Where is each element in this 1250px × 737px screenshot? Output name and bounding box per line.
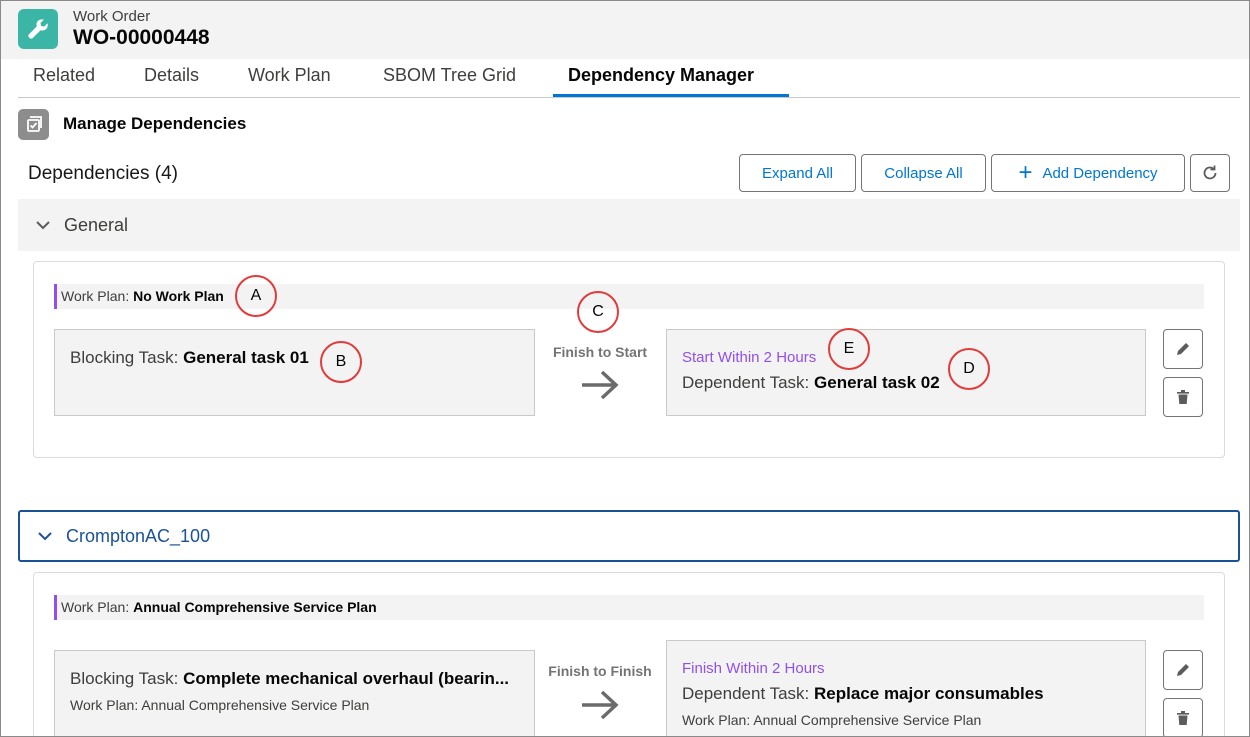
section-label: CromptonAC_100 bbox=[66, 525, 211, 546]
dependent-task-prefix: Dependent Task: bbox=[682, 373, 810, 392]
tab-work-plan[interactable]: Work Plan bbox=[233, 64, 346, 97]
record-name: WO-00000448 bbox=[73, 26, 210, 49]
delete-button[interactable] bbox=[1163, 698, 1203, 736]
expand-all-button[interactable]: Expand All bbox=[739, 154, 856, 192]
tab-related[interactable]: Related bbox=[18, 64, 110, 97]
annotation-marker-d: D bbox=[948, 348, 990, 390]
blocking-task-name: General task 01 bbox=[183, 348, 309, 367]
dependent-task-line: Dependent Task: General task 02 bbox=[682, 373, 940, 393]
dependent-task-name: General task 02 bbox=[814, 373, 940, 392]
refresh-button[interactable] bbox=[1190, 154, 1230, 192]
collapse-all-button[interactable]: Collapse All bbox=[861, 154, 986, 192]
blocking-task-box: Blocking Task: General task 01 bbox=[54, 329, 535, 416]
dependent-task-box: Start Within 2 Hours Dependent Task: Gen… bbox=[666, 329, 1146, 416]
section-general[interactable]: General bbox=[18, 199, 1240, 251]
plus-icon: + bbox=[1018, 159, 1033, 186]
blocking-task-prefix: Blocking Task: bbox=[70, 669, 179, 688]
work-plan-name: No Work Plan bbox=[133, 288, 224, 304]
blocking-task-line: Blocking Task: General task 01 bbox=[70, 348, 309, 368]
work-plan-name: Annual Comprehensive Service Plan bbox=[133, 599, 377, 615]
dependencies-count: Dependencies (4) bbox=[28, 163, 178, 184]
dependent-task-line: Dependent Task: Replace major consumable… bbox=[682, 684, 1044, 704]
manage-dependencies-title: Manage Dependencies bbox=[63, 114, 247, 133]
section-cromptonac-100[interactable]: CromptonAC_100 bbox=[18, 510, 1240, 562]
section-label: General bbox=[64, 214, 129, 235]
dependency-card: Work Plan: Annual Comprehensive Service … bbox=[33, 572, 1225, 736]
collapse-all-label: Collapse All bbox=[884, 164, 963, 182]
relationship-type: Finish to Finish bbox=[548, 663, 652, 679]
edit-button[interactable] bbox=[1163, 329, 1203, 369]
annotation-marker-c: C bbox=[577, 291, 619, 333]
blocking-task-box: Blocking Task: Complete mechanical overh… bbox=[54, 650, 535, 736]
object-label: Work Order bbox=[73, 8, 151, 25]
chevron-down-icon bbox=[38, 532, 52, 541]
tab-details[interactable]: Details bbox=[129, 64, 214, 97]
trash-icon bbox=[1177, 390, 1189, 404]
work-plan-prefix: Work Plan: bbox=[61, 599, 130, 615]
tab-bar: Related Details Work Plan SBOM Tree Grid… bbox=[18, 59, 1240, 98]
dependent-task-name: Replace major consumables bbox=[814, 684, 1044, 703]
add-dependency-button[interactable]: + Add Dependency bbox=[991, 154, 1185, 192]
annotation-marker-a: A bbox=[235, 275, 277, 317]
annotation-marker-b: B bbox=[320, 341, 362, 383]
expand-all-label: Expand All bbox=[762, 164, 833, 182]
blocking-task-prefix: Blocking Task: bbox=[70, 348, 179, 367]
tab-sbom-tree-grid[interactable]: SBOM Tree Grid bbox=[368, 64, 531, 97]
pencil-icon bbox=[1177, 664, 1189, 676]
record-header: Work Order WO-00000448 bbox=[1, 1, 1249, 59]
tab-dependency-manager[interactable]: Dependency Manager bbox=[553, 64, 789, 97]
dependency-card: Work Plan: No Work Plan Blocking Task: G… bbox=[33, 261, 1225, 458]
work-plan-bar: Work Plan: No Work Plan bbox=[54, 284, 1204, 309]
work-plan-bar: Work Plan: Annual Comprehensive Service … bbox=[54, 595, 1204, 620]
dependent-task-box: Finish Within 2 Hours Dependent Task: Re… bbox=[666, 640, 1146, 736]
blocking-task-name: Complete mechanical overhaul (bearin... bbox=[183, 669, 510, 688]
chevron-down-icon bbox=[36, 221, 50, 230]
delete-button[interactable] bbox=[1163, 377, 1203, 417]
work-plan-prefix: Work Plan: bbox=[61, 288, 130, 304]
app-frame: Work Order WO-00000448 Related Details W… bbox=[0, 0, 1250, 737]
dependent-task-prefix: Dependent Task: bbox=[682, 684, 810, 703]
trash-icon bbox=[1177, 711, 1189, 725]
edit-button[interactable] bbox=[1163, 650, 1203, 690]
add-dependency-label: Add Dependency bbox=[1042, 164, 1158, 182]
arrow-right-icon bbox=[582, 370, 619, 400]
blocking-task-line: Blocking Task: Complete mechanical overh… bbox=[70, 669, 509, 689]
refresh-icon bbox=[1203, 165, 1217, 180]
arrow-right-icon bbox=[582, 690, 619, 720]
relationship-type: Finish to Start bbox=[552, 344, 648, 360]
dependency-timing: Start Within 2 Hours bbox=[682, 349, 817, 366]
blocking-task-work-plan: Work Plan: Annual Comprehensive Service … bbox=[70, 697, 370, 713]
wrench-icon bbox=[18, 9, 58, 49]
annotation-marker-e: E bbox=[828, 328, 870, 370]
dependency-timing: Finish Within 2 Hours bbox=[682, 660, 825, 677]
dependent-task-work-plan: Work Plan: Annual Comprehensive Service … bbox=[682, 712, 982, 728]
task-checkbox-icon bbox=[18, 109, 49, 140]
pencil-icon bbox=[1177, 343, 1189, 355]
